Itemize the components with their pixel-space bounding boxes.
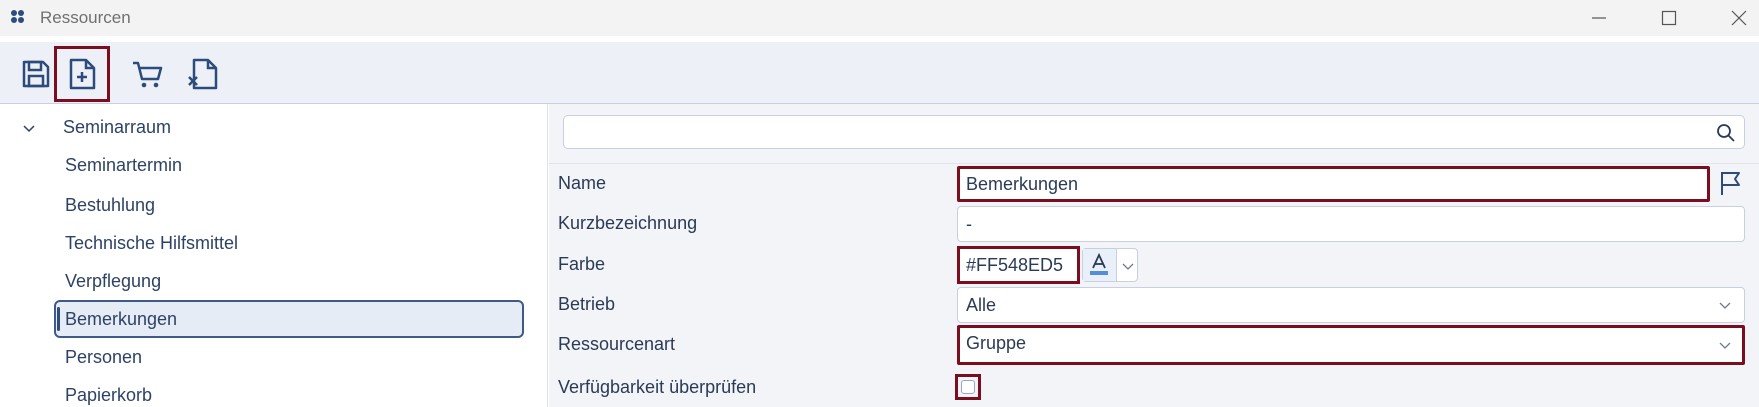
chevron-down-icon[interactable] <box>1718 338 1732 352</box>
title-bar: Ressourcen <box>0 0 1759 36</box>
tree-item-personen[interactable]: Personen <box>65 347 142 368</box>
delete-button[interactable] <box>176 46 232 102</box>
verfuegbarkeit-label: Verfügbarkeit überprüfen <box>558 377 757 397</box>
color-picker-button[interactable] <box>1082 248 1138 282</box>
delete-document-icon <box>188 58 218 90</box>
cart-icon <box>133 61 163 88</box>
maximize-icon <box>1661 10 1677 26</box>
close-button[interactable] <box>1709 0 1759 36</box>
ressourcenart-select[interactable]: Gruppe <box>957 325 1745 365</box>
ressourcenart-value: Gruppe <box>966 333 1027 353</box>
tree-parent-seminarraum[interactable]: Seminarraum <box>63 117 171 138</box>
new-button[interactable] <box>54 46 110 102</box>
tree-item-bemerkungen[interactable]: Bemerkungen <box>65 309 177 330</box>
name-label: Name <box>558 173 607 193</box>
verfuegbarkeit-checkbox[interactable] <box>955 374 981 400</box>
app-icon <box>11 10 24 23</box>
maximize-button[interactable] <box>1639 0 1699 36</box>
farbe-label: Farbe <box>558 254 606 274</box>
tree-item-technische-hilfsmittel[interactable]: Technische Hilfsmittel <box>65 233 238 254</box>
farbe-field[interactable]: #FF548ED5 <box>957 246 1080 284</box>
betrieb-label: Betrieb <box>558 294 616 314</box>
tree-item-seminartermin[interactable]: Seminartermin <box>65 155 182 176</box>
minimize-button[interactable] <box>1569 0 1629 36</box>
kurzbezeichnung-label: Kurzbezeichnung <box>558 213 698 233</box>
chevron-down-icon[interactable] <box>22 122 36 136</box>
fill-color-icon <box>1090 252 1108 275</box>
tree-item-bestuhlung[interactable]: Bestuhlung <box>65 195 155 216</box>
cart-button[interactable] <box>120 46 176 102</box>
chevron-down-icon <box>1122 263 1134 270</box>
toolbar <box>0 42 1759 104</box>
flag-icon[interactable] <box>1718 170 1744 196</box>
chevron-down-icon[interactable] <box>1718 298 1732 312</box>
search-icon[interactable] <box>1716 123 1736 143</box>
save-icon <box>22 60 50 88</box>
kurzbezeichnung-field[interactable]: - <box>957 206 1745 242</box>
tree-item-verpflegung[interactable]: Verpflegung <box>65 271 161 292</box>
color-swatch-area <box>1083 249 1117 281</box>
tree-item-papierkorb[interactable]: Papierkorb <box>65 385 152 406</box>
new-document-icon <box>69 58 96 90</box>
ressourcenart-label: Ressourcenart <box>558 334 676 354</box>
search-input[interactable] <box>563 115 1745 149</box>
betrieb-value: Alle <box>966 295 997 315</box>
window-title: Ressourcen <box>40 8 131 27</box>
close-icon <box>1731 10 1747 26</box>
selection-indicator <box>57 307 60 331</box>
name-field[interactable]: Bemerkungen <box>957 166 1710 202</box>
minimize-icon <box>1592 17 1606 19</box>
betrieb-select[interactable]: Alle <box>957 287 1745 323</box>
checkbox-box <box>961 380 975 394</box>
form-divider <box>549 163 1759 164</box>
